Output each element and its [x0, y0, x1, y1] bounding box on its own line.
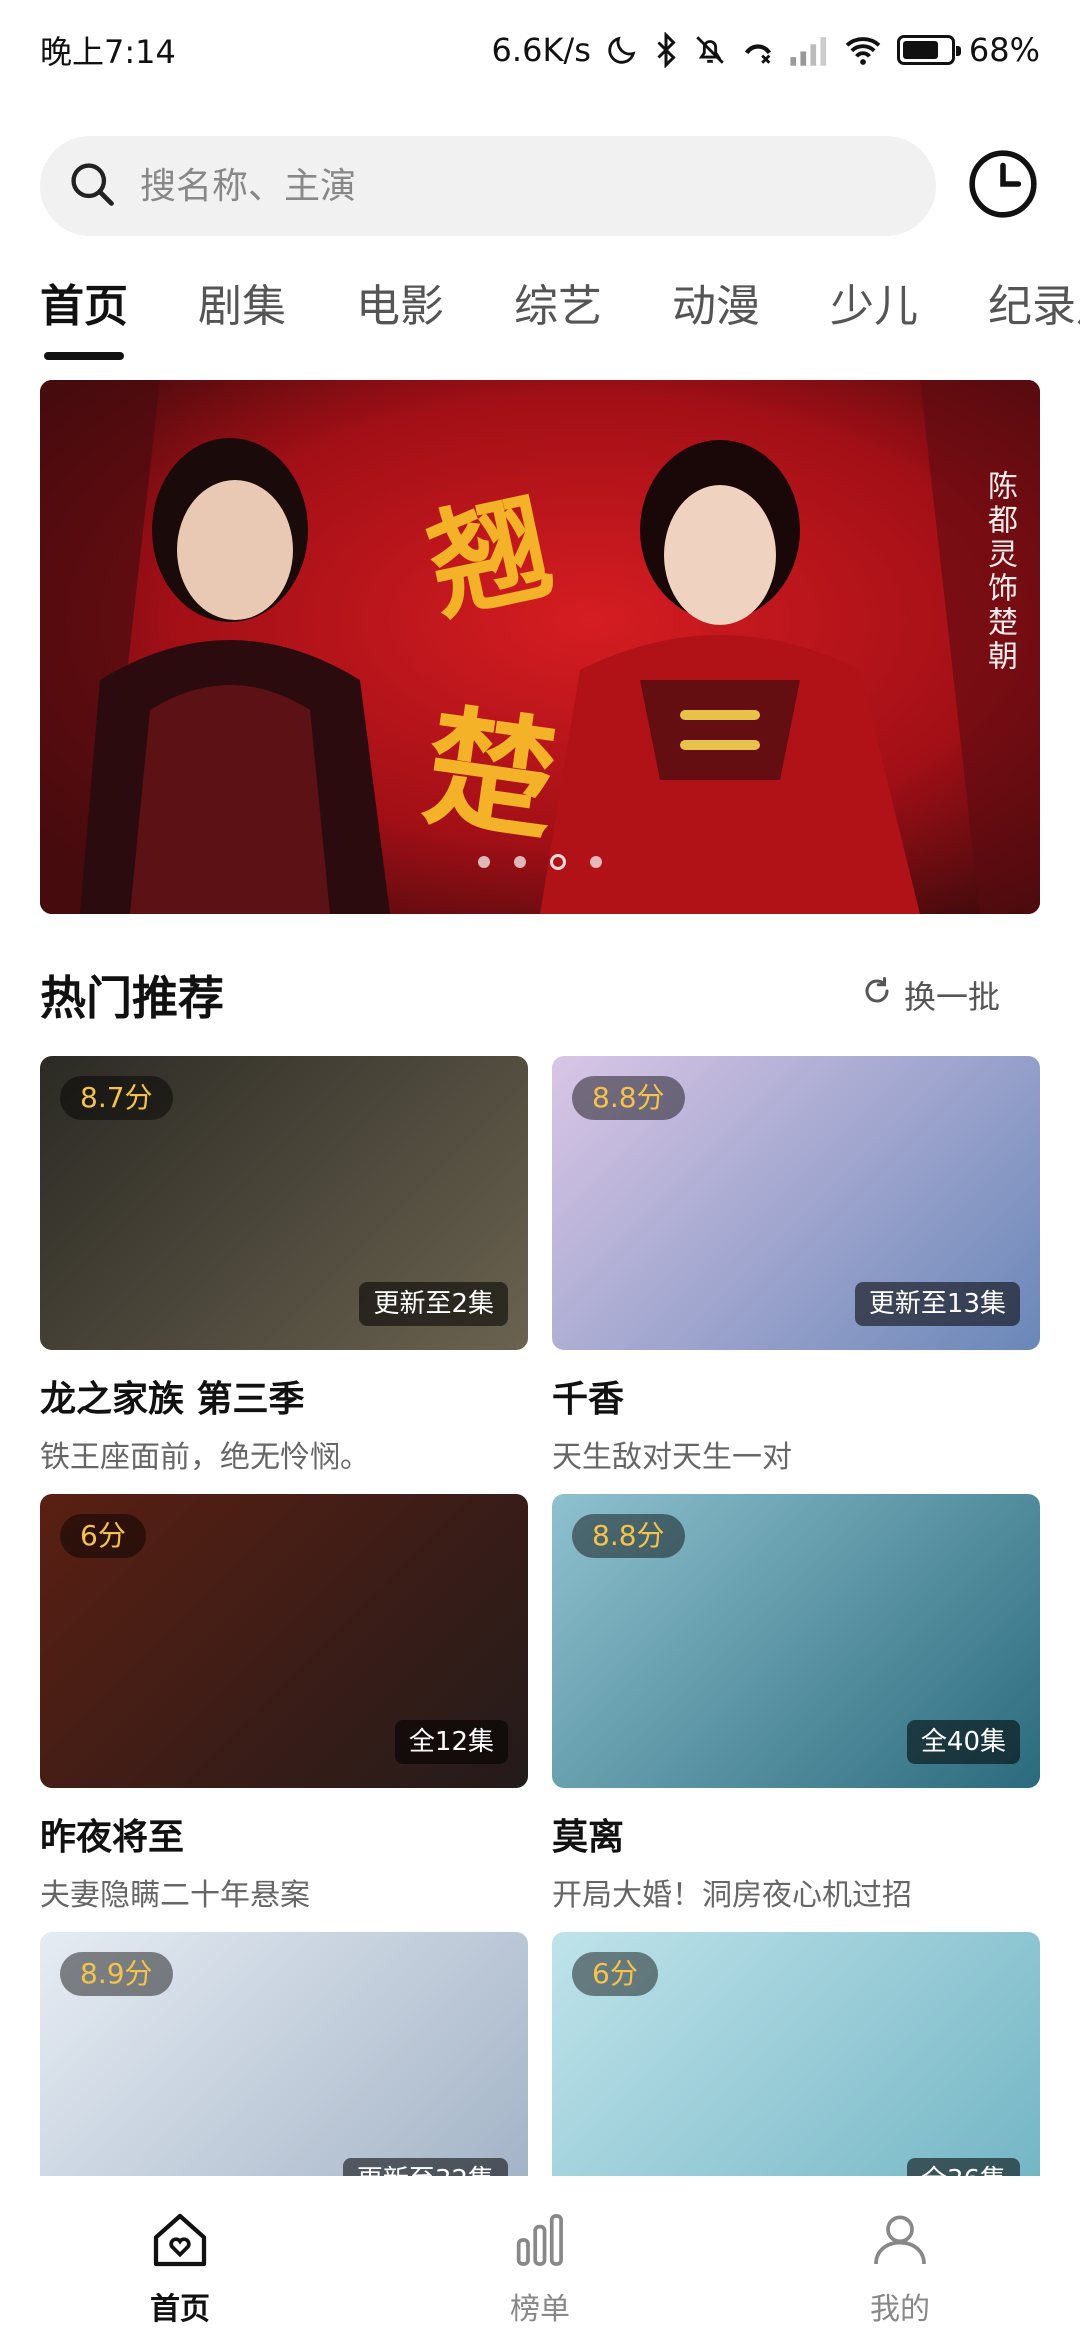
nav-label: 首页	[150, 2292, 210, 2327]
show-poster[interactable]: 8.8分更新至13集	[552, 1056, 1040, 1350]
tab-item[interactable]: 剧集	[198, 270, 286, 360]
rating-badge: 6分	[60, 1514, 146, 1558]
show-card[interactable]: 6分全12集昨夜将至夫妻隐瞒二十年悬案	[40, 1494, 528, 1914]
show-subtitle: 夫妻隐瞒二十年悬案	[40, 1878, 310, 1913]
show-title: 千香	[552, 1379, 625, 1420]
rating-badge: 8.8分	[572, 1514, 685, 1558]
nav-item[interactable]: 榜单	[360, 2176, 720, 2340]
carousel-dot[interactable]	[478, 856, 490, 868]
rating-badge: 8.7分	[60, 1076, 173, 1120]
search-row	[40, 136, 1040, 236]
episode-badge: 更新至2集	[359, 1282, 508, 1326]
show-card[interactable]: 8.7分更新至2集龙之家族 第三季铁王座面前，绝无怜悯。	[40, 1056, 528, 1476]
wifi-icon	[843, 30, 883, 70]
refresh-label: 换一批	[903, 978, 1000, 1016]
nav-label: 榜单	[510, 2292, 570, 2327]
show-poster[interactable]: 6分全12集	[40, 1494, 528, 1788]
person-icon	[866, 2206, 934, 2274]
home-heart-icon	[146, 2206, 214, 2274]
tab-item[interactable]: 动漫	[672, 270, 760, 360]
carousel-dots	[40, 854, 1040, 870]
show-poster[interactable]: 8.7分更新至2集	[40, 1056, 528, 1350]
status-icons: 6.6K/s 68%	[492, 30, 1040, 70]
history-button[interactable]	[966, 149, 1040, 223]
tab-item[interactable]: 少儿	[830, 270, 918, 360]
episode-badge: 全40集	[906, 1720, 1020, 1764]
bluetooth-icon	[653, 30, 679, 70]
section-title: 热门推荐	[40, 971, 224, 1025]
tab-item[interactable]: 首页	[40, 270, 128, 360]
show-subtitle: 开局大婚！洞房夜心机过招	[552, 1878, 912, 1913]
svg-text:楚: 楚	[416, 689, 566, 859]
nav-item[interactable]: 首页	[0, 2176, 360, 2340]
nav-item[interactable]: 我的	[720, 2176, 1080, 2340]
tab-item[interactable]: 电影	[356, 270, 444, 360]
bottom-nav: 首页 榜单 我的	[0, 2176, 1080, 2340]
status-bar: 晚上7:14 6.6K/s 68%	[0, 0, 1080, 100]
carousel-dot[interactable]	[550, 854, 566, 870]
show-card[interactable]: 8.8分更新至13集千香天生敌对天生一对	[552, 1056, 1040, 1476]
mute-icon	[693, 30, 727, 70]
rating-badge: 6分	[572, 1952, 658, 1996]
carousel-dot[interactable]	[590, 856, 602, 868]
tab-item[interactable]: 纪录片	[988, 270, 1080, 360]
search-icon	[66, 158, 118, 214]
show-title: 龙之家族 第三季	[40, 1379, 305, 1420]
battery-icon	[896, 30, 961, 70]
chart-bars-icon	[506, 2206, 574, 2274]
search-box[interactable]	[40, 136, 936, 236]
episode-badge: 全12集	[394, 1720, 508, 1764]
category-tabs: 首页剧集电影综艺动漫少儿纪录片	[40, 270, 1080, 360]
show-subtitle: 铁王座面前，绝无怜悯。	[40, 1440, 370, 1475]
section-header: 热门推荐 换一批	[40, 960, 1000, 1030]
moon-icon	[605, 30, 639, 70]
show-title: 昨夜将至	[40, 1817, 185, 1858]
call-icon	[741, 30, 775, 70]
tab-item[interactable]: 综艺	[514, 270, 602, 360]
rating-badge: 8.8分	[572, 1076, 685, 1120]
show-card[interactable]: 8.8分全40集莫离开局大婚！洞房夜心机过招	[552, 1494, 1040, 1914]
battery-percent: 68%	[968, 31, 1040, 69]
episode-badge: 更新至13集	[854, 1282, 1020, 1326]
refresh-icon	[862, 976, 904, 1014]
signal-icon	[789, 30, 829, 70]
show-poster[interactable]: 8.8分全40集	[552, 1494, 1040, 1788]
nav-label: 我的	[870, 2292, 930, 2327]
network-speed: 6.6K/s	[491, 31, 591, 69]
search-input[interactable]	[140, 165, 900, 207]
banner-image: 翘 楚	[40, 380, 1040, 914]
show-subtitle: 天生敌对天生一对	[552, 1440, 792, 1475]
clock-icon	[966, 147, 1040, 225]
carousel-dot[interactable]	[514, 856, 526, 868]
status-time: 晚上7:14	[40, 33, 176, 71]
rating-badge: 8.9分	[60, 1952, 173, 1996]
banner-caption: 陈都灵饰楚朝	[982, 470, 1017, 674]
banner-carousel[interactable]: 翘 楚 陈都灵饰楚朝	[40, 380, 1040, 914]
refresh-button[interactable]: 换一批	[862, 972, 1000, 1018]
show-title: 莫离	[552, 1817, 625, 1858]
